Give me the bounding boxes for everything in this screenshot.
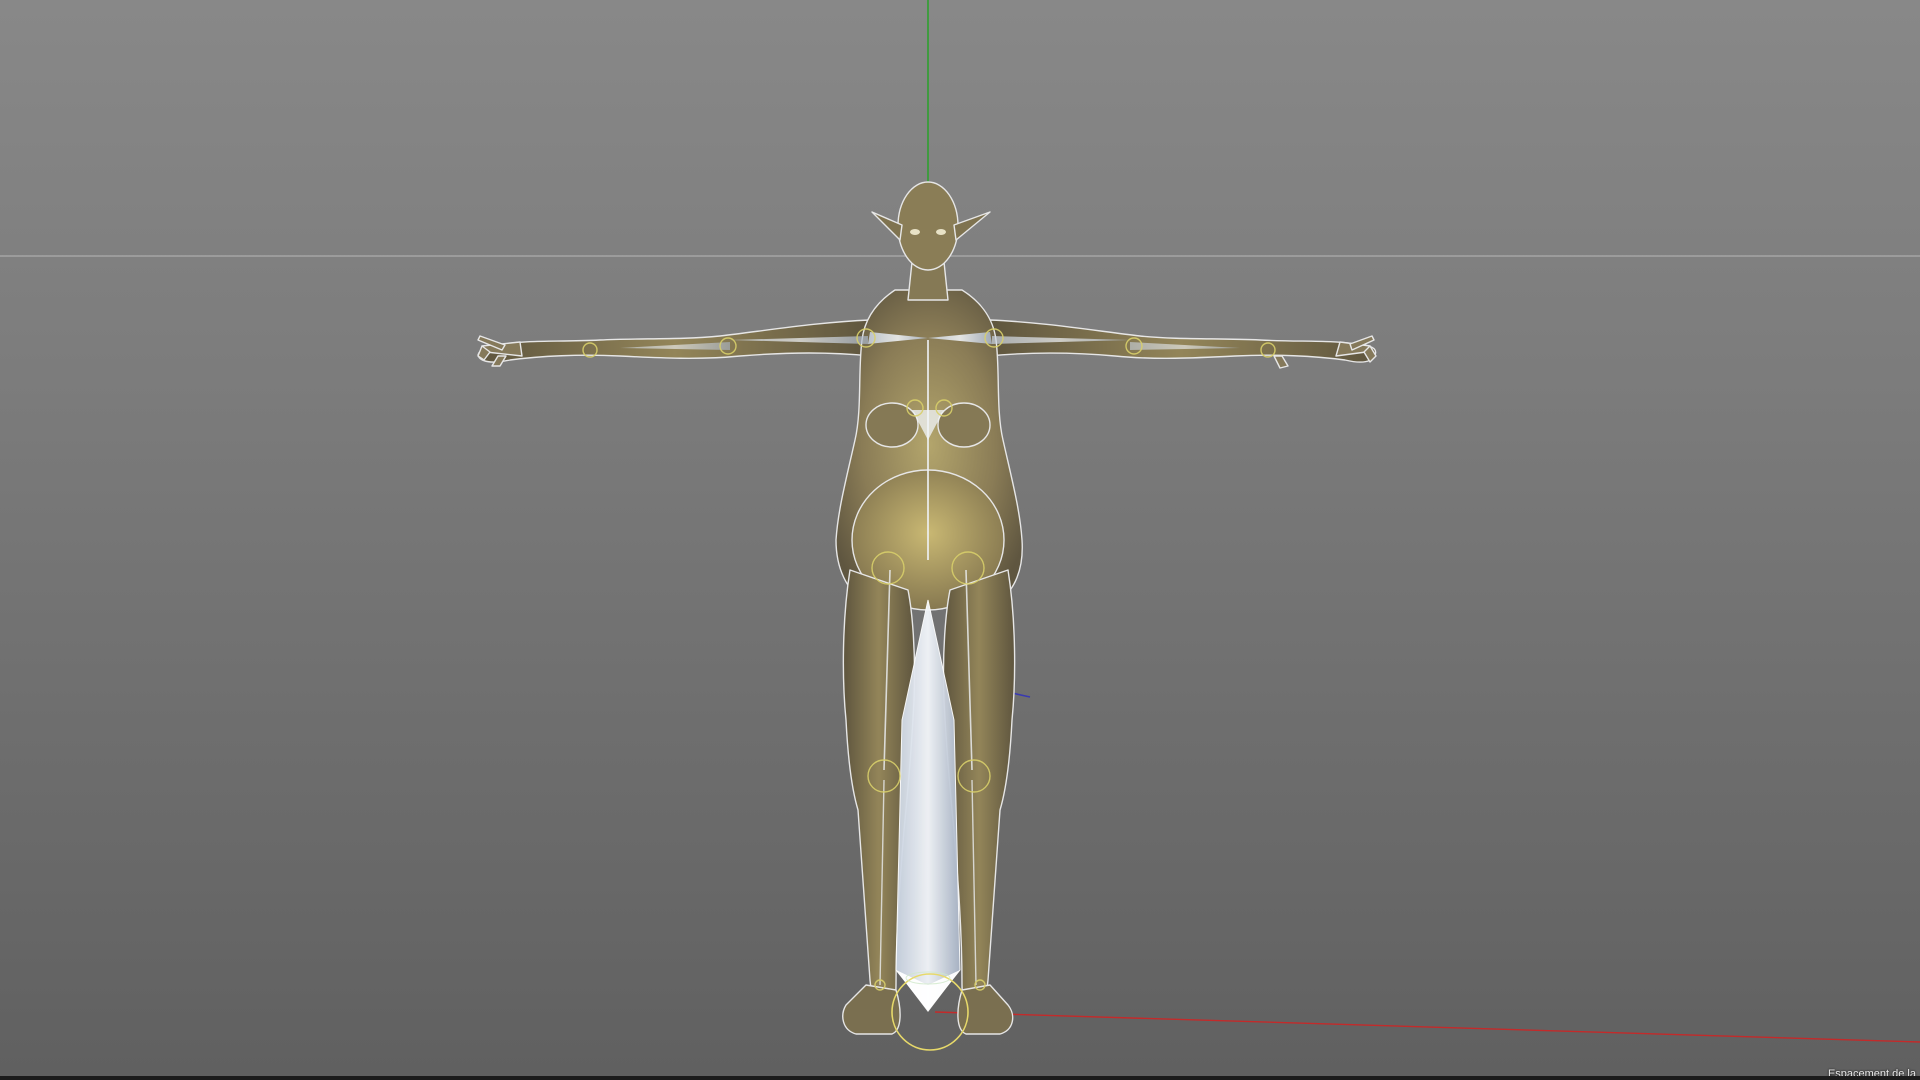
right-eye [936,229,946,235]
chest-left [865,402,919,448]
left-ear [871,211,903,241]
viewport-bottom-border [0,1076,1920,1080]
viewport-status-label: Espacement de la [1827,1068,1916,1076]
right-ear [953,211,991,241]
left-eye [910,229,920,235]
chest-right [937,402,991,448]
viewport-scene[interactable] [0,0,1920,1076]
z-axis-line [1011,692,1031,698]
head [897,181,959,271]
3d-viewport[interactable]: Espacement de la [0,0,1920,1076]
right-foot [957,984,1014,1035]
x-axis-line [934,1011,1920,1043]
rig-overlay[interactable] [582,328,1276,1051]
